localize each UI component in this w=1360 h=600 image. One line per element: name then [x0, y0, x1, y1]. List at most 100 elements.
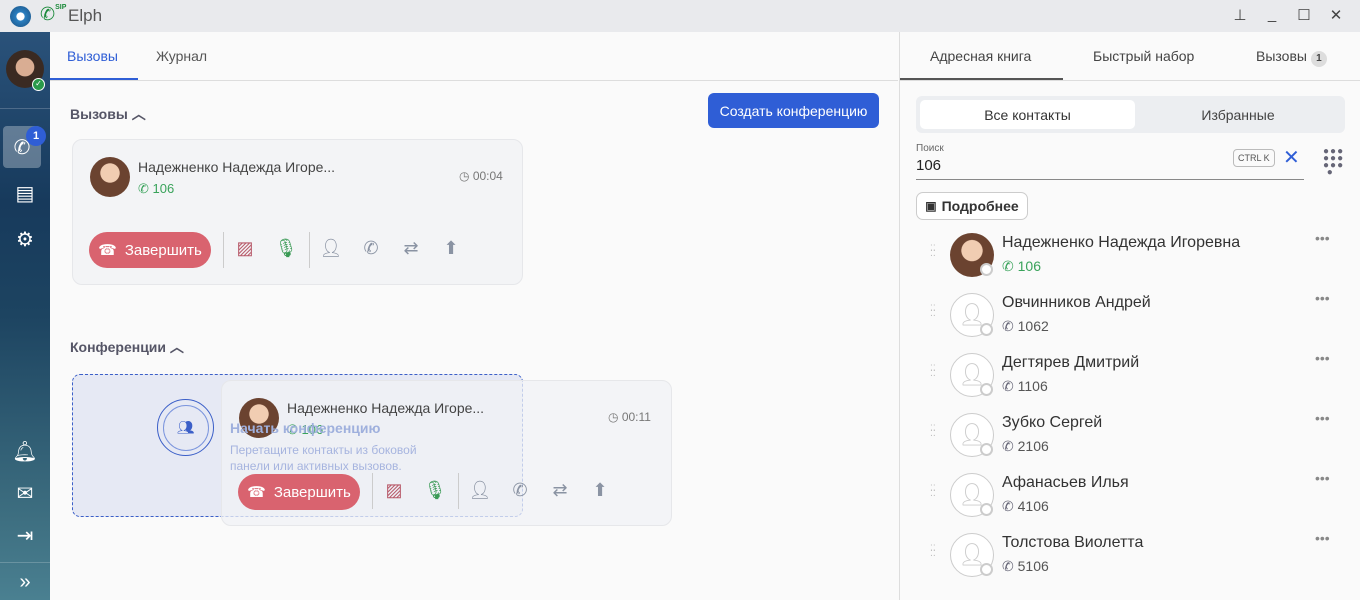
logout-icon: ⇥ — [16, 524, 34, 547]
bell-icon: 🔔︎ — [12, 440, 38, 463]
contact-name: Надежненко Надежда Игоревна — [1002, 234, 1241, 251]
more-options-button[interactable]: ••• — [1315, 230, 1330, 246]
caller-name: Надежненко Надежда Игоре... — [287, 400, 485, 416]
dragged-call-card[interactable]: Надежненко Надежда Игоре... ✆ 106 ◷ 00:1… — [221, 380, 672, 526]
filter-favorites[interactable]: Избранные — [1135, 100, 1341, 129]
phone-icon: ✆ — [1002, 318, 1018, 334]
more-options-button[interactable]: ••• — [1315, 470, 1330, 486]
more-options-button[interactable]: ••• — [1315, 410, 1330, 426]
drag-handle-icon[interactable]: ⁚⁚ ⁚⁚ — [930, 364, 936, 378]
tab-calls[interactable]: Вызовы 1 — [1256, 48, 1327, 67]
add-participant-button[interactable]: 👤︎ — [468, 480, 492, 501]
more-options-button[interactable]: ••• — [1315, 350, 1330, 366]
tab-calls[interactable]: Вызовы — [67, 48, 118, 64]
calls-section-header[interactable]: Вызовы ︿ — [70, 104, 146, 124]
mail-icon: ✉ — [16, 482, 34, 505]
presence-status-icon — [980, 383, 993, 396]
drag-handle-icon[interactable]: ⁚⁚ ⁚⁚ — [930, 544, 936, 558]
park-button[interactable]: ⬆ — [588, 480, 612, 501]
sidebar: ✓ ✆ 1 ▤ ⚙ 🔔︎ ✉ ⇥ » — [0, 32, 50, 600]
divider — [900, 80, 1360, 81]
mail-button[interactable]: ✉ — [8, 476, 42, 510]
tab-journal[interactable]: Журнал — [156, 48, 207, 64]
contact-name: Дегтярев Дмитрий — [1002, 354, 1140, 371]
divider — [458, 473, 459, 509]
divider — [50, 80, 898, 81]
contact-row[interactable]: ⁚⁚ ⁚⁚ 👤︎ Зубко Сергей ✆ 2106 ••• — [920, 410, 1340, 468]
expand-sidebar-button[interactable]: » — [8, 565, 42, 599]
contacts-filter: Все контакты Избранные — [916, 96, 1345, 133]
end-call-button[interactable]: ☎ Завершить — [89, 232, 211, 268]
minimize-button[interactable]: _ — [1262, 6, 1282, 23]
shortcut-hint: CTRL K — [1233, 149, 1275, 167]
tab-address-book[interactable]: Адресная книга — [930, 48, 1031, 64]
microphone-button[interactable]: 🎙︎ — [423, 480, 447, 501]
clock-icon: ◷ — [459, 169, 473, 183]
hold-button[interactable]: ✆ — [508, 480, 532, 501]
pin-icon[interactable]: ⊥ — [1230, 6, 1250, 24]
maximize-button[interactable]: ☐ — [1294, 6, 1314, 24]
window-title: Elph — [68, 6, 103, 25]
transfer-button[interactable]: ⇄ — [399, 238, 423, 259]
drag-handle-icon[interactable]: ⁚⁚ ⁚⁚ — [930, 424, 936, 438]
contact-number: 2106 — [1017, 438, 1049, 454]
contact-name: Овчинников Андрей — [1002, 294, 1151, 311]
double-chevron-right-icon: » — [19, 570, 31, 593]
contact-row[interactable]: ⁚⁚ ⁚⁚ 👤︎ Дегтярев Дмитрий ✆ 1106 ••• — [920, 350, 1340, 408]
park-button[interactable]: ⬆ — [439, 238, 463, 259]
sidebar-item-settings[interactable]: ⚙ — [8, 222, 42, 256]
presence-status-icon — [980, 503, 993, 516]
drag-handle-icon[interactable]: ⁚⁚ ⁚⁚ — [930, 244, 936, 258]
contact-row[interactable]: ⁚⁚ ⁚⁚ 👤︎ Овчинников Андрей ✆ 1062 ••• — [920, 290, 1340, 348]
create-conference-button[interactable]: Создать конференцию — [708, 93, 879, 128]
title-bar: ✆SIP Elph ⊥ _ ☐ ✕ — [0, 0, 1360, 32]
end-call-button[interactable]: ☎ Завершить — [238, 474, 360, 510]
phone-icon: ✆ — [1002, 378, 1018, 394]
notifications-button[interactable]: 🔔︎ — [8, 434, 42, 468]
more-options-button[interactable]: ••• — [1315, 530, 1330, 546]
calls-section-title: Вызовы — [70, 106, 128, 122]
tab-speed-dial[interactable]: Быстрый набор — [1093, 48, 1194, 64]
video-off-button[interactable]: ▨ — [233, 238, 257, 259]
transfer-button[interactable]: ⇄ — [548, 480, 572, 501]
end-call-label: Завершить — [273, 483, 351, 501]
contact-row[interactable]: ⁚⁚ ⁚⁚ 👤︎ Толстова Виолетта ✆ 5106 ••• — [920, 530, 1340, 588]
conferences-section-header[interactable]: Конференции ︿ — [70, 337, 184, 357]
details-button[interactable]: ▣ Подробнее — [916, 192, 1028, 220]
microphone-button[interactable]: 🎙︎ — [274, 238, 298, 259]
close-button[interactable]: ✕ — [1326, 6, 1346, 24]
video-off-button[interactable]: ▨ — [382, 480, 406, 501]
hangup-icon: ☎ — [98, 242, 117, 259]
phone-icon: ✆ — [1002, 258, 1018, 274]
hold-button[interactable]: ✆ — [359, 238, 383, 259]
presence-status-icon — [980, 443, 993, 456]
filter-all-contacts[interactable]: Все контакты — [920, 100, 1135, 129]
tab-calls-label: Вызовы — [1256, 48, 1307, 64]
people-icon: 👥︎ — [162, 404, 209, 451]
presence-status-icon — [980, 563, 993, 576]
contact-number: 106 — [1017, 258, 1041, 274]
call-duration: 00:11 — [621, 410, 651, 424]
divider — [0, 562, 50, 563]
drag-handle-icon[interactable]: ⁚⁚ ⁚⁚ — [930, 484, 936, 498]
calls-badge: 1 — [26, 126, 46, 146]
divider — [309, 232, 310, 268]
clear-search-button[interactable]: ✕ — [1283, 145, 1300, 170]
dialpad-button[interactable]: ●●● ●●● ●●● ● — [1323, 147, 1344, 178]
contact-row[interactable]: ⁚⁚ ⁚⁚ Надежненко Надежда Игоревна ✆ 106 •… — [920, 230, 1340, 288]
contact-number: 1062 — [1017, 318, 1049, 334]
phone-icon: ✆ — [1002, 438, 1018, 454]
sidebar-item-chat[interactable]: ▤ — [8, 176, 42, 210]
logout-button[interactable]: ⇥ — [8, 518, 42, 552]
contact-row[interactable]: ⁚⁚ ⁚⁚ 👤︎ Афанасьев Илья ✆ 4106 ••• — [920, 470, 1340, 528]
more-options-button[interactable]: ••• — [1315, 290, 1330, 306]
call-duration: 00:04 — [472, 169, 503, 183]
drag-handle-icon[interactable]: ⁚⁚ ⁚⁚ — [930, 304, 936, 318]
add-participant-button[interactable]: 👤︎ — [319, 238, 343, 259]
phone-icon: ✆ — [138, 181, 153, 196]
call-card: Надежненко Надежда Игоре... ✆ 106 ◷ 00:0… — [72, 139, 523, 285]
caller-name: Надежненко Надежда Игоре... — [138, 159, 336, 175]
search-input[interactable]: Поиск 106 CTRL K ✕ — [916, 142, 1304, 180]
sip-phone-icon: ✆SIP — [40, 4, 67, 24]
contact-name: Афанасьев Илья — [1002, 474, 1129, 491]
